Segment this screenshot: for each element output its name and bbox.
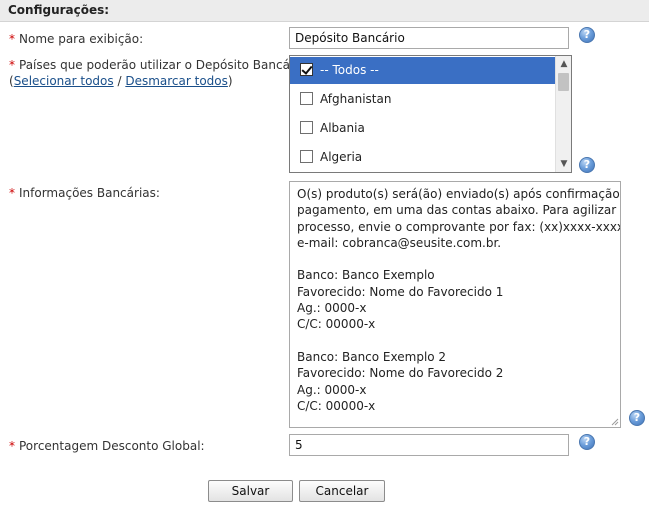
checkbox[interactable]: [300, 150, 313, 163]
scroll-thumb[interactable]: [558, 73, 569, 91]
text-line: Banco: Banco Exemplo 2: [297, 349, 447, 364]
text-line: [297, 333, 613, 349]
text-line: C/C: 00000-x: [297, 398, 376, 413]
text-line: Ag.: 0000-x: [297, 382, 367, 397]
help-icon[interactable]: ?: [579, 27, 595, 43]
listbox-scrollbar[interactable]: ▲ ▼: [555, 56, 571, 172]
global-discount-label: * Porcentagem Desconto Global:: [9, 439, 205, 453]
text-line: processo, envie o comprovante por fax: (…: [297, 219, 621, 234]
help-icon[interactable]: ?: [579, 434, 595, 450]
text-line: O(s) produto(s) será(ão) enviado(s) após…: [297, 187, 621, 201]
display-name-input[interactable]: Depósito Bancário: [289, 27, 569, 49]
section-header: Configurações:: [0, 0, 649, 22]
save-button[interactable]: Salvar: [208, 480, 293, 502]
text-line: Favorecido: Nome do Favorecido 1: [297, 284, 504, 299]
scroll-up-icon[interactable]: ▲: [556, 56, 571, 72]
countries-listbox[interactable]: -- Todos -- Afghanistan Albania Algeria …: [289, 55, 572, 173]
country-option-afghanistan[interactable]: Afghanistan: [290, 86, 556, 113]
text-line: C/C: 00000-x: [297, 317, 376, 332]
required-mark: *: [9, 186, 15, 200]
help-icon[interactable]: ?: [579, 157, 595, 173]
bank-info-label: * Informações Bancárias:: [9, 186, 160, 200]
select-all-link[interactable]: Selecionar todos: [14, 74, 114, 88]
text-line: Favorecido: Nome do Favorecido 2: [297, 366, 504, 381]
help-icon[interactable]: ?: [629, 410, 645, 426]
section-title: Configurações:: [8, 3, 110, 17]
text-line: Ag.: 0000-x: [297, 301, 367, 316]
required-mark: *: [9, 58, 15, 72]
text-line: Banco: Banco Exemplo: [297, 268, 435, 283]
cancel-button[interactable]: Cancelar: [299, 480, 385, 502]
country-option-all[interactable]: -- Todos --: [290, 57, 556, 84]
display-name-label: * Nome para exibição:: [9, 32, 144, 46]
required-mark: *: [9, 32, 15, 46]
bank-info-textarea[interactable]: O(s) produto(s) será(ão) enviado(s) após…: [289, 181, 621, 428]
scroll-down-icon[interactable]: ▼: [556, 156, 571, 172]
required-mark: *: [9, 439, 15, 453]
text-line: e-mail: cobranca@seusite.com.br.: [297, 235, 502, 250]
text-line: [297, 251, 613, 267]
text-line: pagamento, em uma das contas abaixo. Par…: [297, 203, 621, 218]
countries-bulk-links: (Selecionar todos / Desmarcar todos): [9, 74, 233, 88]
checkbox[interactable]: [300, 121, 313, 134]
country-option-algeria[interactable]: Algeria: [290, 144, 556, 171]
checkbox[interactable]: [300, 92, 313, 105]
resize-handle-icon[interactable]: [610, 417, 619, 426]
countries-label: * Países que poderão utilizar o Depósito …: [9, 58, 310, 72]
checkbox[interactable]: [300, 63, 313, 76]
deselect-all-link[interactable]: Desmarcar todos: [125, 74, 228, 88]
global-discount-input[interactable]: 5: [289, 434, 569, 456]
country-option-albania[interactable]: Albania: [290, 115, 556, 142]
